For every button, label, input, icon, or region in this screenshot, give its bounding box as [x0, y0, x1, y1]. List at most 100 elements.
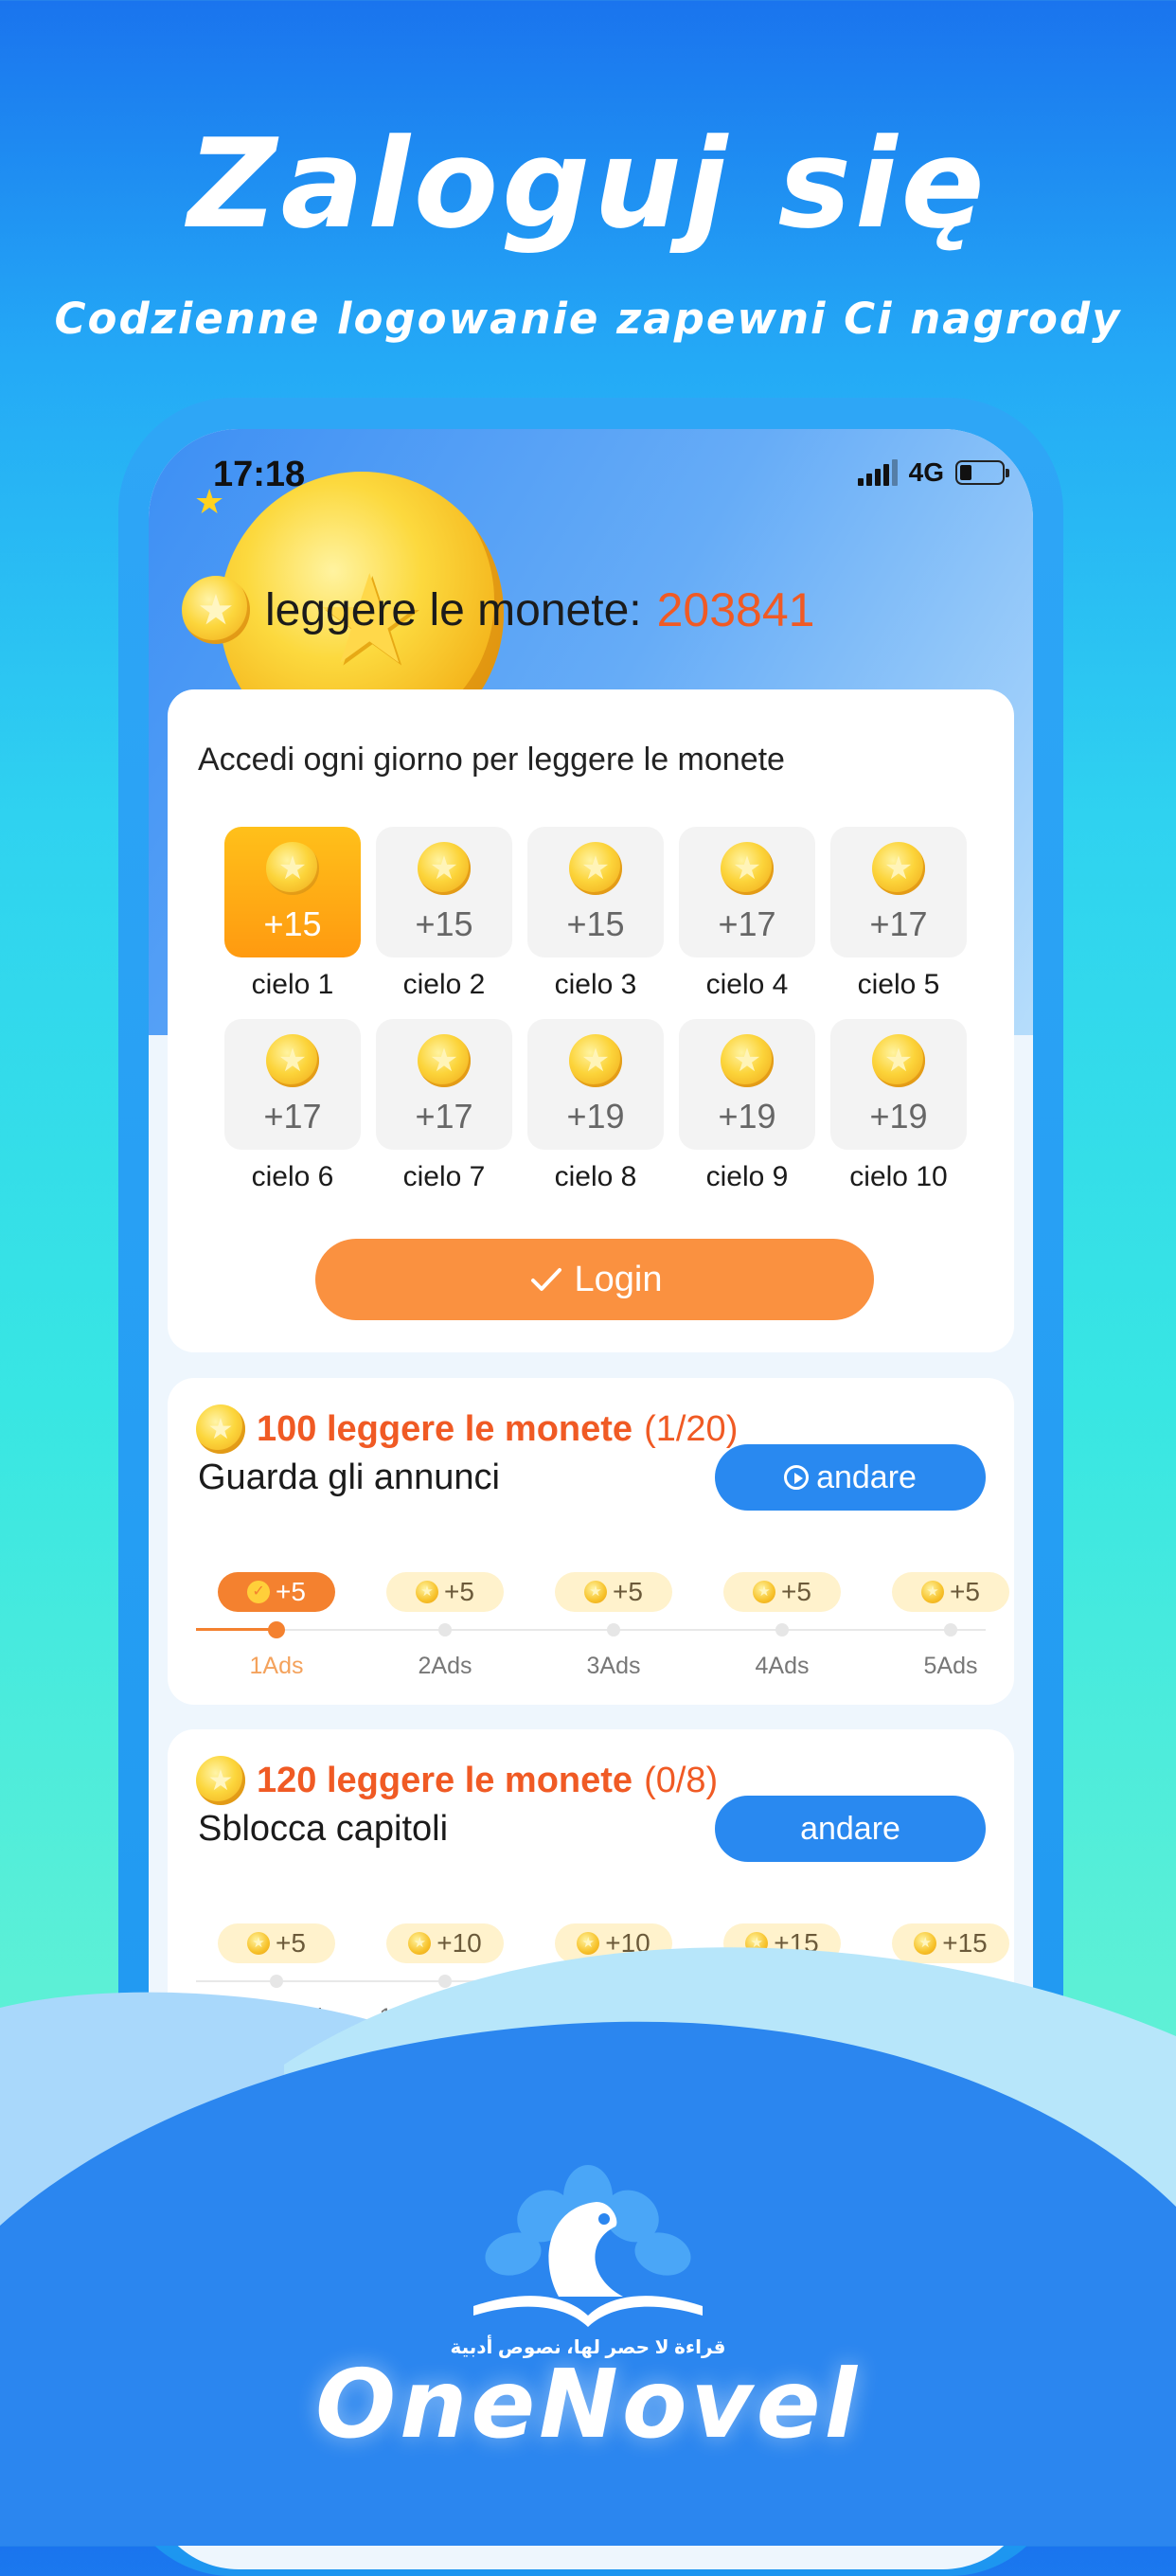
- task-ads-title: 100 leggere le monete: [257, 1408, 633, 1449]
- coin-balance-label: leggere le monete:: [265, 584, 642, 635]
- signal-icon: [857, 459, 898, 486]
- checkin-day-label: cielo 5: [857, 969, 940, 1000]
- coin-icon: ★: [721, 1034, 774, 1087]
- coin-icon: ★: [196, 1404, 245, 1454]
- task-chapters-header: ★ 120 leggere le monete (0/8): [196, 1756, 718, 1805]
- reward-step: ✓ +5: [218, 1572, 335, 1612]
- task-card-chapters: ★ 120 leggere le monete (0/8) Sblocca ca…: [168, 1729, 1014, 2165]
- progress-track: [196, 1980, 986, 1982]
- reward-amount: +10: [605, 1928, 650, 1958]
- checkin-day-tile[interactable]: ★ +15: [376, 827, 512, 957]
- checkin-day-label: cielo 10: [849, 1161, 948, 1192]
- progress-dot: [607, 1623, 620, 1637]
- reward-step: ★ +5: [218, 1923, 335, 1963]
- coin-icon: ★: [872, 1034, 925, 1087]
- reward-pill: ★ +5: [892, 1572, 1009, 1612]
- step-label: 4Ads: [755, 1653, 810, 1679]
- task-ads-go-button[interactable]: andare: [715, 1444, 986, 1511]
- task-card-ads: ★ 100 leggere le monete (1/20) Guarda gl…: [168, 1378, 1014, 1705]
- reward-pill: ★ +15: [892, 1923, 1009, 1963]
- coin-icon: ★: [745, 1932, 769, 1955]
- reward-step: ★ +5: [555, 1572, 672, 1612]
- progress-dot: [607, 1975, 620, 1988]
- coin-icon: ★: [921, 1581, 945, 1603]
- task-chapters-go-label: andare: [800, 1810, 900, 1847]
- reward-pill: ★ +5: [555, 1572, 672, 1612]
- step-label: 5Ads: [923, 1653, 978, 1679]
- coin-icon: ★: [418, 1034, 471, 1087]
- coin-icon: ★: [584, 1581, 608, 1603]
- checkin-day-amount: +19: [566, 1097, 625, 1136]
- coin-icon: ★: [408, 1932, 432, 1955]
- reward-pill: ★ +15: [723, 1923, 841, 1963]
- progress-dot: [270, 1975, 283, 1988]
- coin-icon: ★: [416, 1581, 439, 1603]
- task-chapters-count: (0/8): [644, 1760, 719, 1800]
- reward-amount: +5: [276, 1577, 306, 1606]
- checkin-day-tile[interactable]: ★ +17: [376, 1019, 512, 1150]
- reward-amount: +5: [444, 1577, 474, 1606]
- reward-amount: +5: [950, 1577, 980, 1606]
- coin-balance: ★ leggere le monete: 203841: [182, 576, 814, 644]
- task-chapters-go-button[interactable]: andare: [715, 1796, 986, 1862]
- checkin-day-tile[interactable]: ★ +15: [224, 827, 361, 957]
- checkin-day-tile[interactable]: ★ +17: [224, 1019, 361, 1150]
- checkin-day-tile[interactable]: ★ +17: [679, 827, 815, 957]
- task-ads-subtitle: Guarda gli annunci: [198, 1458, 500, 1497]
- checkin-day-tile[interactable]: ★ +19: [679, 1019, 815, 1150]
- coin-icon: ★: [721, 842, 774, 895]
- checkin-day-amount: +19: [718, 1097, 776, 1136]
- reward-amount: +15: [774, 1928, 819, 1958]
- coin-icon: ★: [182, 576, 250, 644]
- checkin-day-label: cielo 1: [251, 969, 334, 1000]
- coin-icon: ★: [266, 1034, 319, 1087]
- coin-icon: ★: [577, 1932, 600, 1955]
- reward-amount: +5: [613, 1577, 643, 1606]
- checkin-day-tile[interactable]: ★ +19: [527, 1019, 664, 1150]
- login-button[interactable]: Login: [315, 1239, 874, 1320]
- checkin-day-amount: +17: [415, 1097, 473, 1136]
- progress-dot: [775, 1623, 789, 1637]
- coin-icon: ★: [196, 1756, 245, 1805]
- progress-dot: [268, 1621, 285, 1638]
- coin-icon: ★: [569, 842, 622, 895]
- task-ads-header: ★ 100 leggere le monete (1/20): [196, 1404, 738, 1454]
- coin-icon: ★: [247, 1932, 271, 1955]
- reward-pill: ★ +5: [218, 1923, 335, 1963]
- checkin-day-tile[interactable]: ★ +19: [830, 1019, 967, 1150]
- reward-pill: ★ +5: [723, 1572, 841, 1612]
- reward-step: ★ +15: [892, 1923, 1009, 1963]
- reward-pill: ★ +10: [386, 1923, 504, 1963]
- battery-icon: [955, 460, 1009, 485]
- hero-title: Zaloguj się: [187, 112, 989, 256]
- progress-dot: [944, 1623, 957, 1637]
- task-chapters-subtitle: Sblocca capitoli: [198, 1809, 449, 1849]
- network-label: 4G: [908, 457, 944, 487]
- checkin-day-tile[interactable]: ★ +17: [830, 827, 967, 957]
- coin-icon: ★: [418, 842, 471, 895]
- step-label: 2Ads: [418, 1653, 472, 1679]
- checkin-day-label: cielo 7: [402, 1161, 486, 1192]
- step-label: 5 il capitolo: [217, 2004, 336, 2030]
- task-chapters-title: 120 leggere le monete: [257, 1760, 633, 1800]
- checkin-day-tile[interactable]: ★ +15: [527, 827, 664, 957]
- checkin-day-amount: +17: [869, 904, 928, 943]
- play-circle-icon: [784, 1465, 810, 1490]
- checkin-day-amount: +19: [869, 1097, 928, 1136]
- checkin-day-amount: +17: [718, 904, 776, 943]
- onenovel-logo: [473, 2165, 703, 2327]
- coin-balance-value: 203841: [656, 583, 815, 636]
- login-button-label: Login: [574, 1259, 663, 1299]
- coin-icon: ★: [872, 842, 925, 895]
- reward-step: ★ +5: [723, 1572, 841, 1612]
- coin-icon: ★: [914, 1932, 937, 1955]
- checkin-day-label: cielo 8: [554, 1161, 637, 1192]
- checkin-day-amount: +15: [263, 904, 322, 943]
- reward-step: ★ +5: [892, 1572, 1009, 1612]
- checkin-day-amount: +15: [566, 904, 625, 943]
- progress-dot: [944, 1975, 957, 1988]
- step-label: 10 il capitolo: [379, 2004, 511, 2030]
- hero-subtitle: Codzienne logowanie zapewni Ci nagrody: [54, 294, 1122, 344]
- step-label: 20: [600, 2004, 627, 2030]
- checkin-day-label: cielo 4: [705, 969, 789, 1000]
